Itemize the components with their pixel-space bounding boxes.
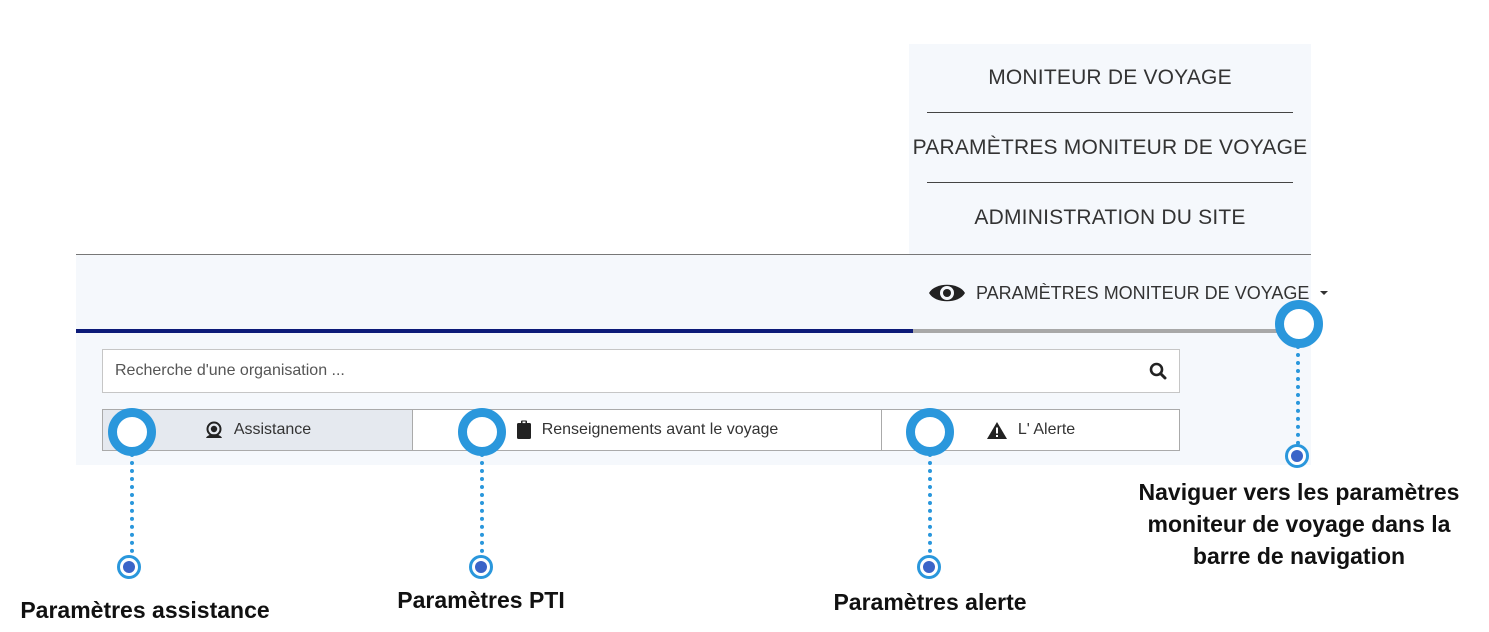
clipboard-icon — [516, 420, 531, 439]
dropdown-menu: MONITEUR DE VOYAGE PARAMÈTRES MONITEUR D… — [909, 44, 1311, 254]
caret-down-icon — [1320, 291, 1329, 295]
callout-marker-pti — [458, 408, 506, 456]
callout-dot — [469, 555, 493, 579]
support-agent-icon — [205, 421, 222, 438]
search-input[interactable]: Recherche d'une organisation ... — [102, 349, 1180, 393]
nav-link-travel-monitor-settings[interactable]: PARAMÈTRES MONITEUR DE VOYAGE — [928, 278, 1329, 308]
annotation-navbar: Naviguer vers les paramètres moniteur de… — [1109, 476, 1489, 572]
callout-marker-alerte — [906, 408, 954, 456]
tab-label: L' Alerte — [1017, 421, 1076, 438]
annotation-line: moniteur de voyage dans la — [1147, 511, 1451, 537]
annotation-assistance: Paramètres assistance — [20, 597, 270, 623]
search-icon[interactable] — [1149, 362, 1167, 380]
annotation-line: barre de navigation — [1192, 543, 1406, 569]
menu-divider — [927, 182, 1293, 183]
menu-divider — [927, 112, 1293, 113]
callout-line — [480, 453, 484, 553]
annotation-alerte: Paramètres alerte — [833, 589, 1027, 615]
annotation-line: Naviguer vers les paramètres — [1138, 479, 1460, 505]
settings-tabs: Assistance Renseignements avant le voyag… — [102, 409, 1180, 451]
search-placeholder: Recherche d'une organisation ... — [115, 362, 345, 379]
tab-label: Assistance — [233, 421, 312, 438]
nav-link-label: PARAMÈTRES MONITEUR DE VOYAGE — [976, 282, 1310, 303]
callout-line — [130, 453, 134, 553]
warning-icon — [986, 421, 1007, 439]
tab-label: Renseignements avant le voyage — [541, 421, 779, 438]
callout-marker-navbar — [1275, 300, 1323, 348]
callout-line — [928, 453, 932, 553]
callout-dot — [117, 555, 141, 579]
annotation-pti: Paramètres PTI — [397, 587, 565, 613]
eye-icon — [929, 284, 965, 302]
callout-line — [1296, 345, 1300, 445]
callout-dot — [917, 555, 941, 579]
menu-item-travel-monitor[interactable]: MONITEUR DE VOYAGE — [909, 66, 1311, 90]
menu-item-travel-monitor-settings[interactable]: PARAMÈTRES MONITEUR DE VOYAGE — [909, 136, 1311, 160]
callout-dot — [1285, 444, 1309, 468]
menu-item-site-admin[interactable]: ADMINISTRATION DU SITE — [909, 206, 1311, 230]
callout-marker-assistance — [108, 408, 156, 456]
